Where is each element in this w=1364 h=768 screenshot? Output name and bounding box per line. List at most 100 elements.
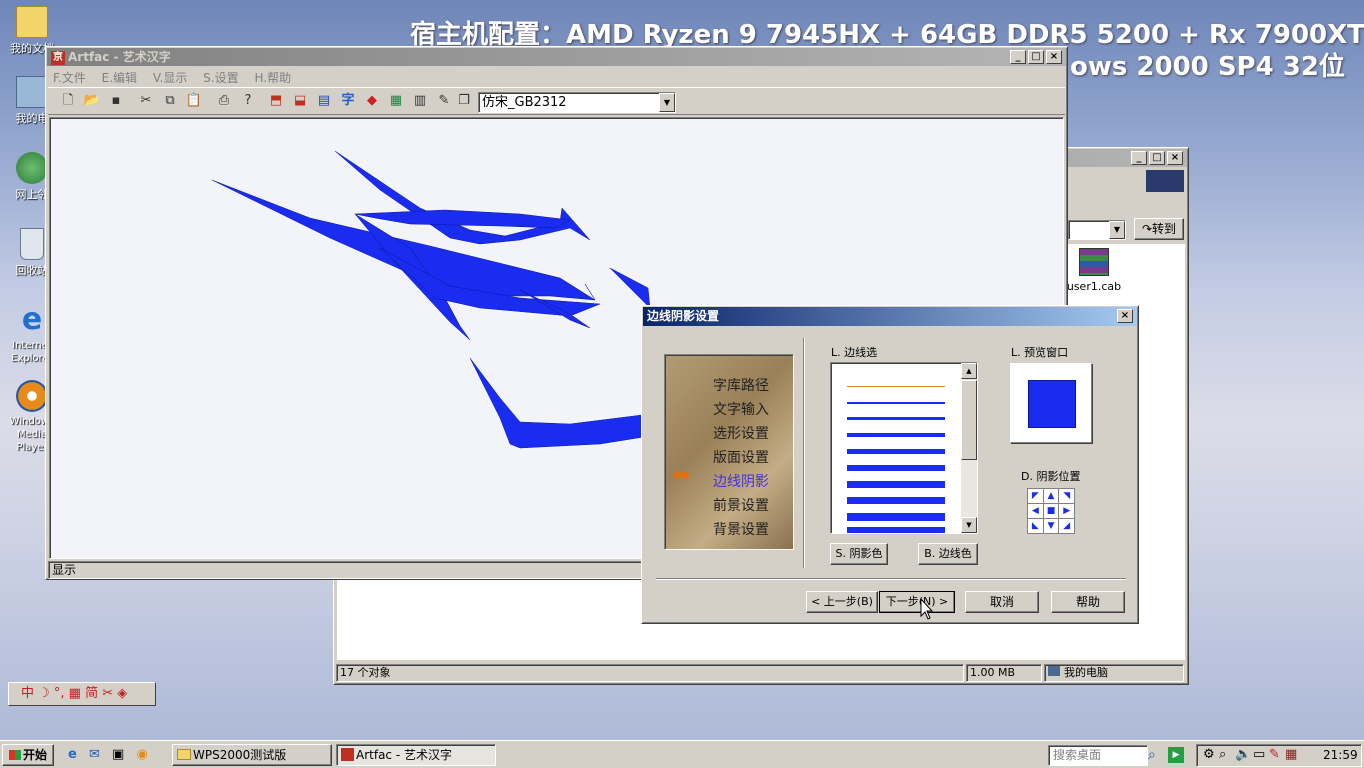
- media-player-icon[interactable]: ◉: [136, 747, 147, 762]
- preview-swatch: [1028, 380, 1076, 428]
- book-icon[interactable]: ▥: [410, 91, 430, 111]
- copy-icon[interactable]: ⧉: [160, 91, 180, 111]
- shadow-position-grid[interactable]: ◤ ▲ ◥ ◀ ■ ▶ ◣ ▼ ◢: [1027, 488, 1075, 534]
- new-file-icon[interactable]: 🗋: [58, 91, 78, 111]
- line-option[interactable]: [847, 433, 945, 437]
- address-bar[interactable]: ▼: [1068, 220, 1126, 240]
- go-button[interactable]: ↷转到: [1134, 218, 1184, 240]
- line-option-orange[interactable]: [847, 386, 945, 387]
- start-button[interactable]: 开始: [2, 744, 54, 766]
- menu-settings[interactable]: S.设置: [203, 71, 238, 85]
- menu-bar: F.文件 E.编辑 V.显示 S.设置 H.帮助: [53, 69, 303, 86]
- ie-icon[interactable]: e: [68, 747, 77, 762]
- tray-pen-icon[interactable]: ✎: [1269, 747, 1280, 762]
- close-button[interactable]: ×: [1046, 50, 1062, 64]
- step-layout-settings: 版面设置: [713, 450, 769, 466]
- media-player-icon: [16, 380, 48, 412]
- tray-search-icon[interactable]: ⌕: [1219, 747, 1226, 762]
- scroll-thumb[interactable]: [961, 380, 977, 460]
- save-icon[interactable]: ▪: [106, 91, 126, 111]
- help-button[interactable]: 帮助: [1051, 591, 1125, 613]
- volume-icon[interactable]: 🔈: [1235, 747, 1251, 762]
- arrow-up-left-icon[interactable]: ◤: [1028, 489, 1043, 503]
- close-button[interactable]: ×: [1117, 309, 1133, 323]
- cancel-button[interactable]: 取消: [965, 591, 1039, 613]
- font-select[interactable]: 仿宋_GB2312 ▼: [478, 92, 676, 113]
- shadow-color-button[interactable]: S. 阴影色: [830, 543, 888, 565]
- cut-icon[interactable]: ✂: [136, 91, 156, 111]
- show-desktop-icon[interactable]: ▣: [112, 747, 124, 762]
- status-size: 1.00 MB: [966, 664, 1042, 682]
- line-option[interactable]: [847, 481, 945, 488]
- network-icon: [16, 152, 48, 184]
- step-border-shadow: 边线阴影: [713, 474, 769, 490]
- scroll-up-icon[interactable]: ▲: [961, 363, 977, 379]
- arrow-right-icon[interactable]: ▶: [1059, 504, 1074, 518]
- arrow-up-icon[interactable]: ▲: [1043, 489, 1059, 503]
- arrow-down-right-icon[interactable]: ◢: [1059, 519, 1074, 533]
- task-artfac[interactable]: Artfac - 艺术汉字: [336, 744, 496, 766]
- text-char-icon[interactable]: 字: [338, 91, 358, 111]
- dialog-titlebar[interactable]: 边线阴影设置 ×: [643, 307, 1137, 326]
- line-option[interactable]: [847, 449, 945, 454]
- border-shadow-dialog[interactable]: 边线阴影设置 × ➠ 字库路径 文字输入 选形设置 版面设置 边线阴影 前景设置…: [641, 305, 1139, 624]
- chevron-down-icon[interactable]: ▼: [1109, 221, 1125, 239]
- desktop-search-input[interactable]: 搜索桌面: [1048, 745, 1148, 766]
- artfac-titlebar[interactable]: 京 Artfac - 艺术汉字 _ □ ×: [47, 48, 1066, 66]
- tray-monitor-icon[interactable]: ▭: [1253, 747, 1265, 762]
- scroll-down-icon[interactable]: ▼: [961, 517, 977, 533]
- shadow-position-label: D. 阴影位置: [1021, 470, 1081, 483]
- copy-doc-icon[interactable]: ❐: [454, 91, 474, 111]
- minimize-button[interactable]: _: [1010, 50, 1026, 64]
- line-option[interactable]: [847, 527, 945, 533]
- search-icon[interactable]: ⌕: [1148, 747, 1156, 763]
- print-icon[interactable]: ⎙: [214, 91, 234, 111]
- grid-icon[interactable]: ▦: [386, 91, 406, 111]
- arrow-down-icon[interactable]: ▼: [1043, 519, 1059, 533]
- menu-file[interactable]: F.文件: [53, 71, 86, 85]
- step-foreground-settings: 前景设置: [713, 498, 769, 514]
- arrow-left-icon[interactable]: ◀: [1028, 504, 1043, 518]
- line-option[interactable]: [847, 402, 945, 404]
- open-folder-icon[interactable]: 📂: [82, 91, 102, 111]
- line-option[interactable]: [847, 465, 945, 471]
- close-button[interactable]: ×: [1167, 151, 1183, 165]
- list-scrollbar[interactable]: ▲ ▼: [961, 363, 977, 533]
- import-icon[interactable]: ⬒: [266, 91, 286, 111]
- export-icon[interactable]: ⬓: [290, 91, 310, 111]
- system-tray: ⚙ ⌕ 🔈 ▭ ✎ ▦ 21:59: [1196, 744, 1362, 767]
- edit-doc-icon[interactable]: ✎: [434, 91, 454, 111]
- red-diamond-icon[interactable]: ◆: [362, 91, 382, 111]
- go-arrow-icon[interactable]: ▶: [1168, 747, 1184, 763]
- ime-toolbar[interactable]: 中 ☽ °, ▦ 简 ✂ ◈: [8, 682, 156, 706]
- layout-icon[interactable]: ▤: [314, 91, 334, 111]
- ie-icon: e: [21, 302, 43, 337]
- maximize-button[interactable]: □: [1028, 50, 1044, 64]
- minimize-button[interactable]: _: [1131, 151, 1147, 165]
- tray-chip-icon[interactable]: ▦: [1285, 747, 1297, 762]
- center-square-icon[interactable]: ■: [1043, 504, 1059, 518]
- chevron-down-icon[interactable]: ▼: [659, 93, 675, 112]
- wizard-steps-panel: ➠ 字库路径 文字输入 选形设置 版面设置 边线阴影 前景设置 背景设置: [664, 354, 794, 550]
- outlook-icon[interactable]: ✉: [89, 747, 100, 762]
- menu-view[interactable]: V.显示: [153, 71, 187, 85]
- task-wps2000[interactable]: WPS2000测试版: [172, 744, 332, 766]
- line-option[interactable]: [847, 417, 945, 420]
- tray-network-icon[interactable]: ⚙: [1203, 747, 1215, 762]
- prev-button[interactable]: < 上一步(B): [806, 591, 878, 613]
- file-item-user1-cab[interactable]: user1.cab: [1066, 248, 1122, 293]
- help-icon[interactable]: ?: [238, 91, 258, 111]
- menu-edit[interactable]: E.编辑: [102, 71, 137, 85]
- maximize-button[interactable]: □: [1149, 151, 1165, 165]
- folder-icon: [177, 749, 191, 760]
- mouse-cursor-icon: [920, 598, 934, 620]
- paste-icon[interactable]: 📋: [184, 91, 204, 111]
- line-option[interactable]: [847, 497, 945, 504]
- border-color-button[interactable]: B. 边线色: [918, 543, 978, 565]
- line-style-list[interactable]: ▲ ▼: [830, 362, 978, 534]
- arrow-up-right-icon[interactable]: ◥: [1059, 489, 1074, 503]
- next-button[interactable]: 下一步(N) >: [879, 591, 955, 613]
- arrow-down-left-icon[interactable]: ◣: [1028, 519, 1043, 533]
- line-option[interactable]: [847, 513, 945, 521]
- menu-help[interactable]: H.帮助: [254, 71, 291, 85]
